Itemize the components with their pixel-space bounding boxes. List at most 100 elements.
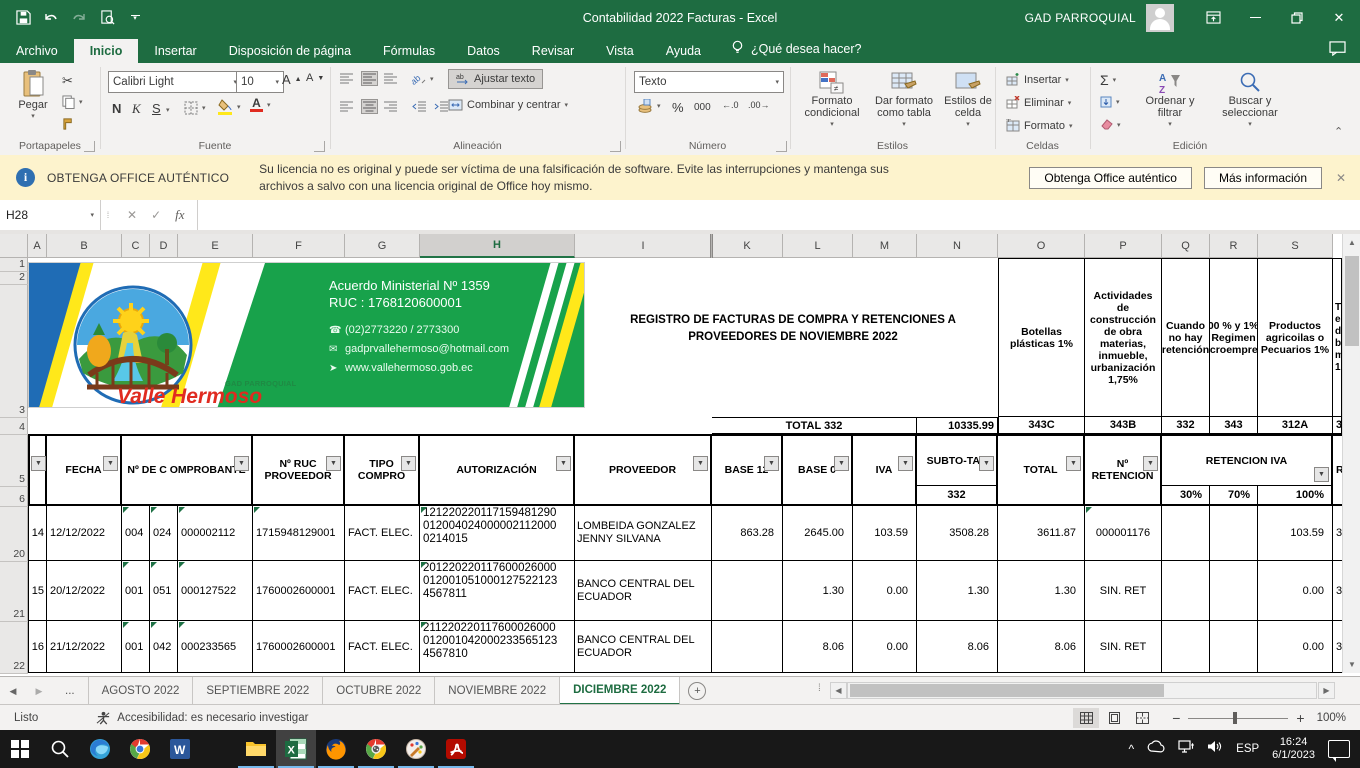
onedrive-icon[interactable] [1147, 740, 1165, 758]
customize-qat-icon[interactable]: ▾ [126, 9, 144, 27]
cell-base12-r16[interactable] [712, 621, 783, 673]
cell-total-332-value[interactable]: 10335.99 [917, 417, 998, 434]
scroll-up-icon[interactable]: ▲ [1344, 234, 1360, 251]
decrease-decimal-icon[interactable]: .00→ [748, 100, 770, 110]
taskbar-word-icon[interactable]: W [160, 730, 200, 768]
row-header-3[interactable]: 3 [0, 404, 25, 417]
taskbar-excel-icon[interactable]: X [276, 730, 316, 768]
cell-fecha-r16[interactable]: 21/12/2022 [47, 621, 122, 673]
paste-caret-icon[interactable]: ▾ [31, 111, 35, 123]
filter-dropdown-icon[interactable]: ▼ [31, 456, 46, 471]
cell-comprobante-r16[interactable]: 000233565 [178, 621, 253, 673]
cell-index-r14[interactable]: 14 [28, 506, 47, 561]
header-pct30[interactable]: 30% [1162, 486, 1210, 506]
cell-num-retencion-r14[interactable]: 000001176 [1085, 506, 1162, 561]
header-tall-R[interactable]: 100 % y 1%.- Regimen microempresa [1210, 258, 1258, 417]
header-code-P[interactable]: 343B [1085, 417, 1162, 434]
copy-button[interactable]: ▾ [62, 95, 83, 109]
fill-button[interactable]: ▾ [1100, 96, 1120, 108]
print-preview-icon[interactable] [98, 9, 116, 27]
worksheet-grid[interactable]: Valle Hermoso GAD PARROQUIAL Acuerdo Min… [0, 234, 1360, 676]
cell-partial-r14[interactable]: 3 [1333, 506, 1342, 561]
column-header-R[interactable]: R [1210, 234, 1258, 258]
column-header-N[interactable]: N [917, 234, 998, 258]
confirm-entry-icon[interactable]: ✓ [151, 208, 161, 222]
row-header-1[interactable]: 1 [0, 258, 25, 271]
cell-base0-r14[interactable]: 2645.00 [783, 506, 853, 561]
filter-dropdown-icon[interactable]: ▼ [1143, 456, 1158, 471]
name-box[interactable]: H28▾ [0, 200, 101, 230]
cell-subtotal-r16[interactable]: 8.06 [917, 621, 998, 673]
cell-num-retencion-r16[interactable]: SIN. RET [1085, 621, 1162, 673]
cell-autorizacion-r16[interactable]: 2112202201176000260000120010420002335651… [420, 621, 575, 673]
row-header-20[interactable]: 20 [0, 548, 25, 561]
italic-button[interactable]: K [132, 101, 141, 117]
cell-ret70-r14[interactable] [1210, 506, 1258, 561]
undo-icon[interactable] [42, 9, 60, 27]
account-name[interactable]: GAD PARROQUIAL [1025, 11, 1136, 25]
header-autorizacion[interactable]: AUTORIZACIÓN [420, 434, 575, 506]
tell-me-box[interactable]: ¿Qué desea hacer? [717, 35, 876, 63]
cell-ret30-r16[interactable] [1162, 621, 1210, 673]
ribbon-tab-revisar[interactable]: Revisar [516, 39, 590, 63]
cell-serie2-r16[interactable]: 042 [150, 621, 178, 673]
minimize-button[interactable] [1234, 0, 1276, 35]
borders-button[interactable]: ▾ [184, 101, 206, 115]
cell-total-r15[interactable]: 1.30 [998, 561, 1085, 621]
header-code-R[interactable]: 343 [1210, 417, 1258, 434]
ribbon-tab-vista[interactable]: Vista [590, 39, 650, 63]
underline-button[interactable]: S [152, 101, 161, 116]
network-icon[interactable] [1178, 740, 1194, 758]
vertical-scrollbar[interactable]: ▲ ▼ [1342, 234, 1360, 673]
column-header-S[interactable]: S [1258, 234, 1333, 258]
tab-scroll-splitter[interactable]: ⁞ [818, 683, 821, 694]
taskbar-edge-icon[interactable] [80, 730, 120, 768]
cell-subtotal-r15[interactable]: 1.30 [917, 561, 998, 621]
cell-iva-r15[interactable]: 0.00 [853, 561, 917, 621]
align-left-icon[interactable] [340, 101, 353, 112]
header-retencion-iva[interactable]: RETENCION IVA [1162, 434, 1333, 486]
clear-button[interactable]: ▾ [1100, 119, 1121, 130]
cell-ret70-r15[interactable] [1210, 561, 1258, 621]
volume-icon[interactable] [1207, 740, 1223, 758]
font-name-combo[interactable]: Calibri Light▾ [108, 71, 242, 93]
number-format-combo[interactable]: Texto▾ [634, 71, 784, 93]
column-header-M[interactable]: M [853, 234, 917, 258]
ribbon-tab-disposici-n-de-p-gina[interactable]: Disposición de página [213, 39, 367, 63]
sheet-tab-octubre-2022[interactable]: OCTUBRE 2022 [323, 677, 435, 705]
filter-dropdown-icon[interactable]: ▼ [764, 456, 779, 471]
cell-ruc-r14[interactable]: 1715948129001 [253, 506, 345, 561]
restore-button[interactable] [1276, 0, 1318, 35]
cell-autorizacion-r15[interactable]: 2012202201176000260000120010510001275221… [420, 561, 575, 621]
header-tall-T-partial[interactable]: Tra en de bie mue 1,7 [1333, 258, 1342, 417]
header-tall-P[interactable]: Actividades de construcción de obra mate… [1085, 258, 1162, 417]
row-header-22[interactable]: 22 [0, 660, 25, 673]
align-middle-icon[interactable] [361, 71, 378, 86]
new-sheet-button[interactable]: + [680, 677, 714, 705]
scroll-down-icon[interactable]: ▼ [1344, 656, 1360, 673]
header-code-S[interactable]: 312A [1258, 417, 1333, 434]
sheet-tab-diciembre-2022[interactable]: DICIEMBRE 2022 [560, 677, 680, 705]
cell-serie2-r14[interactable]: 024 [150, 506, 178, 561]
header-code-O[interactable]: 343C [998, 417, 1085, 434]
taskbar-search-icon[interactable] [40, 730, 80, 768]
cell-base0-r16[interactable]: 8.06 [783, 621, 853, 673]
get-office-button[interactable]: Obtenga Office auténtico [1029, 167, 1192, 189]
orientation-button[interactable]: ab▾ [412, 72, 434, 85]
taskbar-start-icon[interactable] [0, 730, 40, 768]
increase-indent-icon[interactable] [434, 101, 448, 112]
cell-iva-r16[interactable]: 0.00 [853, 621, 917, 673]
cell-index-r16[interactable]: 16 [28, 621, 47, 673]
zoom-level[interactable]: 100% [1317, 712, 1346, 724]
column-header-E[interactable]: E [178, 234, 253, 258]
cell-ret30-r15[interactable] [1162, 561, 1210, 621]
cell-serie1-r14[interactable]: 004 [122, 506, 150, 561]
cell-ret70-r16[interactable] [1210, 621, 1258, 673]
column-header-C[interactable]: C [122, 234, 150, 258]
cell-ret100-r15[interactable]: 0.00 [1258, 561, 1333, 621]
sheet-tab-agosto-2022[interactable]: AGOSTO 2022 [89, 677, 194, 705]
decrease-indent-icon[interactable] [412, 101, 426, 112]
taskbar-chromium-icon[interactable] [356, 730, 396, 768]
shrink-font-button[interactable]: A▼ [306, 72, 324, 84]
cell-ret100-r14[interactable]: 103.59 [1258, 506, 1333, 561]
